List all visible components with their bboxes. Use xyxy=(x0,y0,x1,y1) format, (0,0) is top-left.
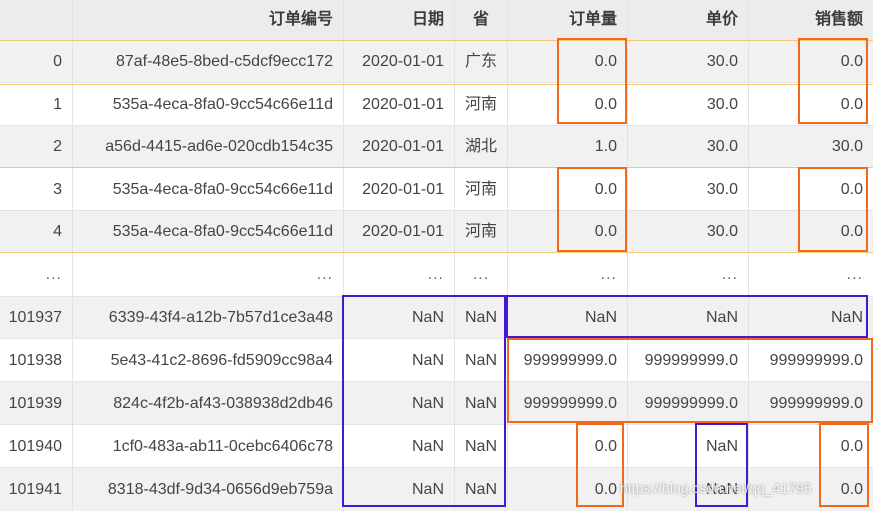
cell-index: 3 xyxy=(53,181,62,198)
cell-province: 广东 xyxy=(454,41,507,83)
cell-unit-price: 30.0 xyxy=(627,41,748,83)
cell-province: 河南 xyxy=(454,211,507,253)
table-row: 101939 824c-4f2b-af43-038938d2db46 NaN NaN 9… xyxy=(0,381,873,425)
cell-date: NaN xyxy=(343,339,454,382)
cell-order-id: 535a-4eca-8fa0-9cc54c66e11d xyxy=(72,168,343,211)
cell-order-qty: 0.0 xyxy=(507,425,627,468)
table-row: 0 87af-48e5-8bed-c5dcf9ecc172 2020-01-01 广东… xyxy=(0,40,873,83)
cell-unit-price: 999999999.0 xyxy=(627,339,748,382)
cell-index: ... xyxy=(45,266,62,283)
cell-province: NaN xyxy=(454,339,507,382)
cell-province: NaN xyxy=(454,468,507,511)
cell-date: NaN xyxy=(343,425,454,468)
cell-order-id: 535a-4eca-8fa0-9cc54c66e11d xyxy=(72,83,343,126)
column-header-province: 省 xyxy=(454,0,507,40)
column-header-order-qty: 订单量 xyxy=(507,0,627,40)
table-row: 2 a56d-4415-ad6e-020cdb154c35 2020-01-01 湖北… xyxy=(0,125,873,168)
cell-index: 101937 xyxy=(8,309,62,326)
column-header-sales: 销售额 xyxy=(748,0,873,40)
cell-order-qty: 0.0 xyxy=(507,41,627,83)
cell-province: 河南 xyxy=(454,168,507,211)
cell-order-id: a56d-4415-ad6e-020cdb154c35 xyxy=(72,126,343,168)
table-row: 4 535a-4eca-8fa0-9cc54c66e11d 2020-01-01 河南… xyxy=(0,210,873,253)
cell-index: 1 xyxy=(53,96,62,113)
dataframe-table: 订单编号 日期省订单量 单价 销售额 0 87af-48e5-8bed-c5dcf9ecc… xyxy=(0,0,873,511)
cell-province: NaN xyxy=(454,297,507,339)
cell-sales: ... xyxy=(748,253,873,297)
cell-order-id: 87af-48e5-8bed-c5dcf9ecc172 xyxy=(72,41,343,83)
cell-order-id: 6339-43f4-a12b-7b57d1ce3a48 xyxy=(72,297,343,339)
table-row: 101940 1cf0-483a-ab11-0cebc6406c78 NaN NaN 0… xyxy=(0,424,873,468)
cell-order-id: 8318-43df-9d34-0656d9eb759a xyxy=(72,468,343,511)
cell-date: NaN xyxy=(343,382,454,425)
cell-unit-price: 30.0 xyxy=(627,211,748,253)
cell-order-qty: 999999999.0 xyxy=(507,382,627,425)
cell-sales: 0.0 xyxy=(748,168,873,211)
cell-sales: 999999999.0 xyxy=(748,382,873,425)
cell-unit-price: 30.0 xyxy=(627,83,748,126)
cell-order-id: 824c-4f2b-af43-038938d2db46 xyxy=(72,382,343,425)
cell-sales: 0.0 xyxy=(748,41,873,83)
cell-unit-price: 30.0 xyxy=(627,126,748,168)
cell-province: NaN xyxy=(454,425,507,468)
cell-index: 101938 xyxy=(8,352,62,369)
cell-sales: 0.0 xyxy=(748,425,873,468)
cell-unit-price: NaN xyxy=(627,425,748,468)
table-row: 1 535a-4eca-8fa0-9cc54c66e11d 2020-01-01 河南… xyxy=(0,82,873,126)
cell-province: 河南 xyxy=(454,83,507,126)
cell-index: 101941 xyxy=(8,481,62,498)
table-row: ..................... xyxy=(0,252,873,297)
column-header-order-id: 订单编号 xyxy=(72,0,343,40)
cell-order-qty: 0.0 xyxy=(507,211,627,253)
cell-sales: 999999999.0 xyxy=(748,339,873,382)
cell-order-qty: 0.0 xyxy=(507,468,627,511)
cell-province: 湖北 xyxy=(454,126,507,168)
watermark-text: https://blog.csdn.net/qq_41795 xyxy=(620,480,812,496)
column-header-unit-price: 单价 xyxy=(627,0,748,40)
cell-order-qty: ... xyxy=(507,253,627,297)
cell-index: 101940 xyxy=(8,438,62,455)
cell-unit-price: 999999999.0 xyxy=(627,382,748,425)
column-header-index xyxy=(0,0,72,40)
cell-sales: 0.0 xyxy=(748,211,873,253)
cell-sales: NaN xyxy=(748,297,873,339)
cell-province: NaN xyxy=(454,382,507,425)
cell-unit-price: ... xyxy=(627,253,748,297)
cell-date: 2020-01-01 xyxy=(343,41,454,83)
cell-order-qty: NaN xyxy=(507,297,627,339)
cell-order-id: ... xyxy=(72,253,343,297)
cell-date: 2020-01-01 xyxy=(343,211,454,253)
cell-index: 101939 xyxy=(8,395,62,412)
cell-order-id: 535a-4eca-8fa0-9cc54c66e11d xyxy=(72,211,343,253)
table-header-row: 订单编号 日期省订单量 单价 销售额 xyxy=(0,0,873,40)
cell-order-qty: 999999999.0 xyxy=(507,339,627,382)
cell-unit-price: NaN xyxy=(627,297,748,339)
cell-order-id: 1cf0-483a-ab11-0cebc6406c78 xyxy=(72,425,343,468)
cell-sales: 30.0 xyxy=(748,126,873,168)
cell-index: 0 xyxy=(53,53,62,70)
cell-order-qty: 1.0 xyxy=(507,126,627,168)
cell-order-qty: 0.0 xyxy=(507,168,627,211)
cell-index: 2 xyxy=(53,138,62,155)
cell-date: NaN xyxy=(343,468,454,511)
cell-date: 2020-01-01 xyxy=(343,83,454,126)
table-row: 3 535a-4eca-8fa0-9cc54c66e11d 2020-01-01 河南… xyxy=(0,167,873,211)
cell-province: ... xyxy=(454,253,507,297)
cell-date: 2020-01-01 xyxy=(343,126,454,168)
cell-order-qty: 0.0 xyxy=(507,83,627,126)
cell-sales: 0.0 xyxy=(748,83,873,126)
cell-date: NaN xyxy=(343,297,454,339)
table-row: 101938 5e43-41c2-8696-fd5909cc98a4 NaN NaN 9… xyxy=(0,338,873,382)
table-row: 101937 6339-43f4-a12b-7b57d1ce3a48 NaN NaN N… xyxy=(0,296,873,339)
cell-order-id: 5e43-41c2-8696-fd5909cc98a4 xyxy=(72,339,343,382)
cell-unit-price: 30.0 xyxy=(627,168,748,211)
cell-date: ... xyxy=(343,253,454,297)
cell-date: 2020-01-01 xyxy=(343,168,454,211)
column-header-date: 日期 xyxy=(343,0,454,40)
cell-index: 4 xyxy=(53,223,62,240)
